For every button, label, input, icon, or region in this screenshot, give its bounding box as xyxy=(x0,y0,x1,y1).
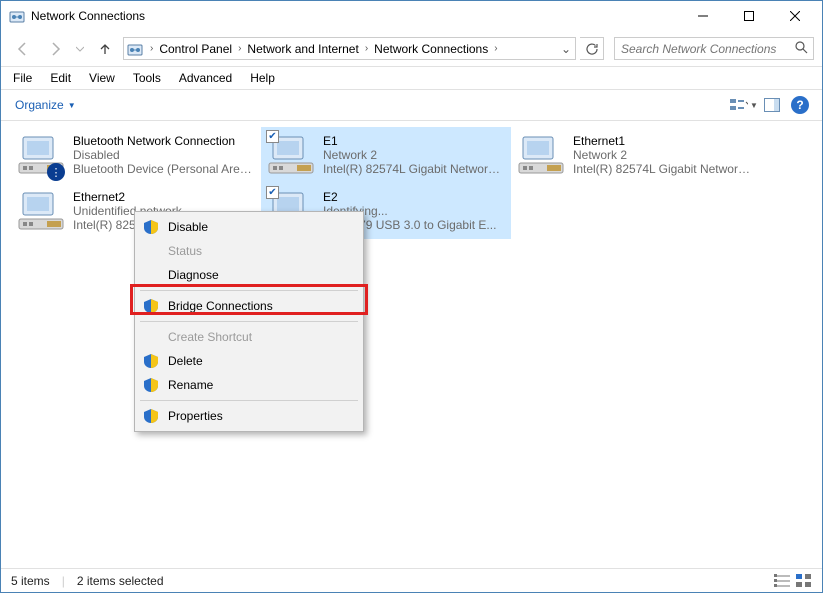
shield-icon xyxy=(142,409,160,423)
recent-dropdown[interactable] xyxy=(73,35,87,63)
connection-icon: ⋮ xyxy=(17,131,65,179)
chevron-right-icon[interactable]: › xyxy=(146,43,157,54)
connection-item[interactable]: ✔ E1Network 2Intel(R) 82574L Gigabit Netw… xyxy=(261,127,511,183)
bluetooth-icon: ⋮ xyxy=(47,163,65,181)
context-menu-separator xyxy=(140,321,358,322)
search-box[interactable] xyxy=(614,37,814,60)
help-icon: ? xyxy=(791,96,809,114)
menu-view[interactable]: View xyxy=(81,69,123,87)
status-item-count: 5 items xyxy=(11,574,50,588)
context-menu-item[interactable]: Delete xyxy=(138,349,360,373)
context-menu-item[interactable]: Disable xyxy=(138,215,360,239)
context-menu-item[interactable]: Rename xyxy=(138,373,360,397)
nav-bar: › Control Panel › Network and Internet ›… xyxy=(1,31,822,67)
organize-label: Organize xyxy=(15,98,64,112)
search-input[interactable] xyxy=(615,42,789,56)
menu-tools[interactable]: Tools xyxy=(125,69,169,87)
breadcrumb-item[interactable]: Network Connections xyxy=(372,42,490,56)
status-bar: 5 items | 2 items selected xyxy=(1,568,822,592)
context-menu-label: Disable xyxy=(168,220,208,234)
up-button[interactable] xyxy=(91,35,119,63)
context-menu-label: Create Shortcut xyxy=(168,330,252,344)
context-menu-label: Status xyxy=(168,244,202,258)
icons-view-icon[interactable] xyxy=(796,574,812,588)
breadcrumb-item[interactable]: Network and Internet xyxy=(245,42,360,56)
connection-item[interactable]: Ethernet1Network 2Intel(R) 82574L Gigabi… xyxy=(511,127,761,183)
content-area[interactable]: ⋮ Bluetooth Network ConnectionDisabledBlu… xyxy=(1,121,822,568)
chevron-down-icon: ▼ xyxy=(68,101,76,110)
details-view-icon[interactable] xyxy=(774,574,790,588)
status-separator: | xyxy=(62,574,65,588)
connection-status: Disabled xyxy=(73,148,255,162)
app-icon xyxy=(9,8,25,24)
view-options-button[interactable]: ▼ xyxy=(730,93,758,117)
context-menu-separator xyxy=(140,290,358,291)
context-menu-label: Properties xyxy=(168,409,223,423)
connection-name: Bluetooth Network Connection xyxy=(73,134,255,148)
menu-advanced[interactable]: Advanced xyxy=(171,69,240,87)
menu-help[interactable]: Help xyxy=(242,69,283,87)
help-button[interactable]: ? xyxy=(786,93,814,117)
window-title: Network Connections xyxy=(31,9,680,23)
close-button[interactable] xyxy=(772,1,818,31)
breadcrumb[interactable]: › Control Panel › Network and Internet ›… xyxy=(123,37,576,60)
context-menu-item[interactable]: Diagnose xyxy=(138,263,360,287)
shield-icon xyxy=(142,378,160,392)
connection-device: Intel(R) 82574L Gigabit Network C... xyxy=(323,162,505,176)
connection-device: Intel(R) 82574L Gigabit Network C... xyxy=(573,162,755,176)
connection-icon xyxy=(517,131,565,179)
connection-name: Ethernet2 xyxy=(73,190,255,204)
context-menu-separator xyxy=(140,400,358,401)
context-menu-label: Delete xyxy=(168,354,203,368)
connection-icon xyxy=(17,187,65,235)
refresh-button[interactable] xyxy=(580,37,604,60)
menu-edit[interactable]: Edit xyxy=(42,69,79,87)
maximize-button[interactable] xyxy=(726,1,772,31)
context-menu-item[interactable]: Bridge Connections xyxy=(138,294,360,318)
context-menu-item: Status xyxy=(138,239,360,263)
chevron-right-icon[interactable]: › xyxy=(490,43,501,54)
shield-icon xyxy=(142,220,160,234)
shield-icon xyxy=(142,299,160,313)
context-menu-item: Create Shortcut xyxy=(138,325,360,349)
toolbar: Organize ▼ ▼ ? xyxy=(1,89,822,121)
minimize-button[interactable] xyxy=(680,1,726,31)
title-bar: Network Connections xyxy=(1,1,822,31)
connection-name: E2 xyxy=(323,190,496,204)
checkbox-icon[interactable]: ✔ xyxy=(266,130,279,143)
breadcrumb-item[interactable]: Control Panel xyxy=(157,42,234,56)
forward-button[interactable] xyxy=(41,35,69,63)
context-menu-item[interactable]: Properties xyxy=(138,404,360,428)
menu-file[interactable]: File xyxy=(5,69,40,87)
chevron-right-icon[interactable]: › xyxy=(234,43,245,54)
back-button[interactable] xyxy=(9,35,37,63)
connection-item[interactable]: ⋮ Bluetooth Network ConnectionDisabledBlu… xyxy=(11,127,261,183)
search-icon[interactable] xyxy=(789,41,813,57)
breadcrumb-app-icon xyxy=(124,41,146,57)
connection-status: Network 2 xyxy=(573,148,755,162)
checkbox-icon[interactable]: ✔ xyxy=(266,186,279,199)
connection-device: Bluetooth Device (Personal Area ... xyxy=(73,162,255,176)
preview-pane-button[interactable] xyxy=(758,93,786,117)
context-menu-label: Rename xyxy=(168,378,213,392)
context-menu-label: Diagnose xyxy=(168,268,219,282)
menu-bar: File Edit View Tools Advanced Help xyxy=(1,67,822,89)
chevron-right-icon[interactable]: › xyxy=(361,43,372,54)
context-menu-label: Bridge Connections xyxy=(168,299,273,313)
connection-name: Ethernet1 xyxy=(573,134,755,148)
organize-button[interactable]: Organize ▼ xyxy=(9,94,82,116)
status-selection-count: 2 items selected xyxy=(77,574,164,588)
connection-icon: ✔ xyxy=(267,131,315,179)
connection-status: Network 2 xyxy=(323,148,505,162)
chevron-down-icon[interactable]: ⌄ xyxy=(557,42,575,56)
context-menu: Disable Status Diagnose Bridge Connections C… xyxy=(134,211,364,432)
connection-name: E1 xyxy=(323,134,505,148)
shield-icon xyxy=(142,354,160,368)
